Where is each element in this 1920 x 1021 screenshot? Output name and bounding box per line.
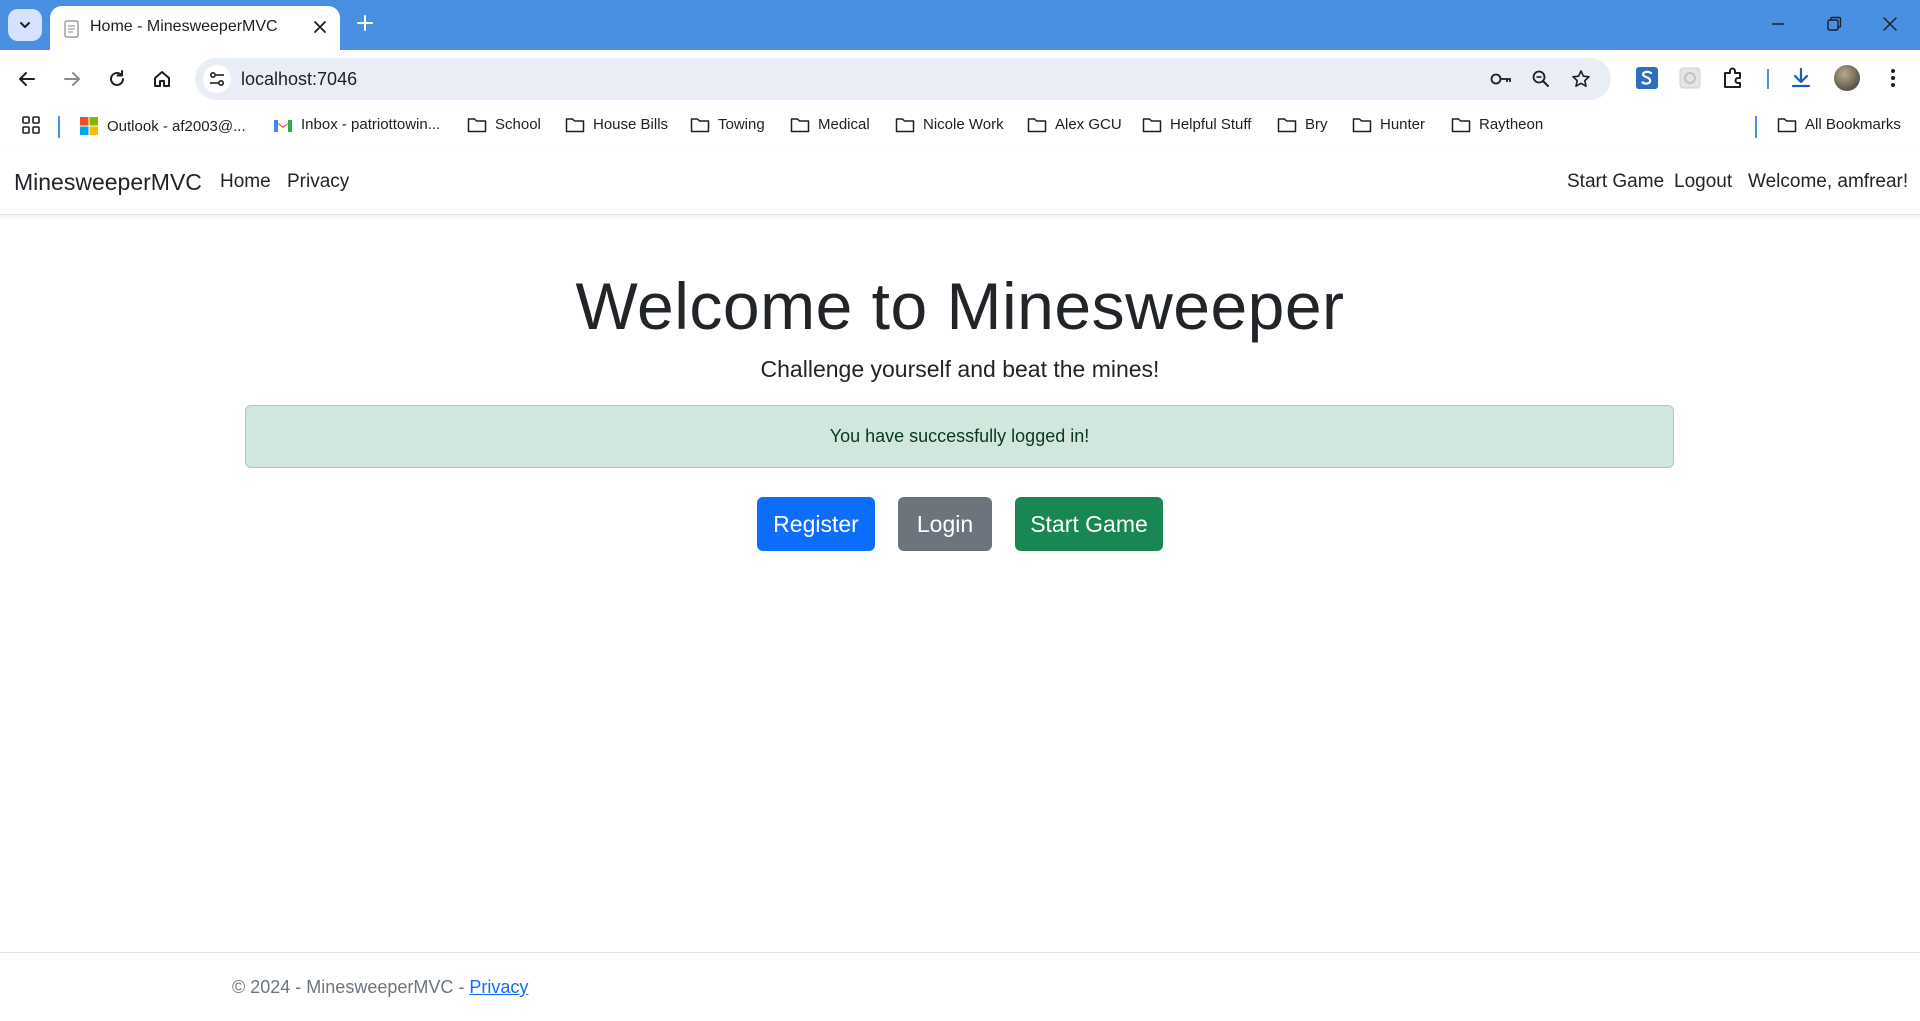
download-icon[interactable] — [1788, 65, 1814, 91]
tab-search-button[interactable] — [8, 9, 42, 41]
tab-title: Home - MinesweeperMVC — [90, 18, 278, 35]
toolbar-separator — [1767, 69, 1769, 89]
restore-window-icon[interactable] — [1824, 14, 1844, 34]
home-icon — [154, 71, 170, 87]
bookmark-label: Nicole Work — [923, 116, 1004, 133]
address-text: localhost:7046 — [241, 69, 358, 89]
folder-icon — [1142, 117, 1162, 132]
bookmark-folder-towing[interactable]: Towing — [690, 116, 765, 133]
browser-tab-active[interactable]: Home - MinesweeperMVC — [50, 6, 340, 50]
close-tab-icon[interactable] — [312, 19, 328, 35]
nav-privacy-link[interactable]: Privacy — [287, 171, 349, 193]
nav-start-game-link[interactable]: Start Game — [1567, 171, 1664, 193]
bookmark-folder-medical[interactable]: Medical — [790, 116, 870, 133]
all-bookmarks-button[interactable]: All Bookmarks — [1777, 116, 1901, 133]
alert-message: You have successfully logged in! — [829, 426, 1090, 446]
bookmark-star-icon[interactable] — [1571, 69, 1591, 89]
browser-tab-bar: Home - MinesweeperMVC — [0, 0, 1920, 50]
bookmark-label: House Bills — [593, 116, 669, 133]
folder-icon — [467, 117, 487, 132]
bookmark-folder-hunter[interactable]: Hunter — [1352, 116, 1425, 133]
folder-icon — [1451, 117, 1471, 132]
bookmark-folder-helpful-stuff[interactable]: Helpful Stuff — [1142, 116, 1251, 133]
register-button[interactable]: Register — [757, 497, 875, 551]
reload-button[interactable] — [103, 65, 131, 93]
site-info-button[interactable] — [203, 65, 231, 93]
arrow-right-icon — [64, 72, 80, 86]
folder-icon — [1027, 117, 1047, 132]
extensions-puzzle-icon[interactable] — [1720, 65, 1746, 91]
apps-button[interactable] — [21, 115, 41, 135]
profile-avatar[interactable] — [1834, 65, 1860, 91]
bookmark-label: Helpful Stuff — [1170, 116, 1252, 133]
bookmark-label: Towing — [718, 116, 765, 133]
footer-text: © 2024 - MinesweeperMVC - Privacy — [232, 977, 528, 998]
bookmark-folder-bry[interactable]: Bry — [1277, 116, 1328, 133]
nav-logout-link[interactable]: Logout — [1674, 171, 1732, 193]
forward-button[interactable] — [58, 65, 86, 93]
extension-s-icon[interactable] — [1634, 65, 1660, 91]
nav-welcome-text: Welcome, amfrear! — [1748, 171, 1909, 192]
more-menu-icon[interactable] — [1880, 65, 1906, 91]
folder-icon — [895, 117, 915, 132]
footer-copyright: © 2024 - MinesweeperMVC - — [232, 977, 470, 997]
minimize-window-icon[interactable] — [1768, 14, 1788, 34]
folder-icon — [565, 117, 585, 132]
bookmark-label: Bry — [1305, 116, 1328, 133]
microsoft-icon — [80, 117, 98, 135]
bookmark-label: Raytheon — [1479, 116, 1544, 133]
bookmark-label: Inbox - patriottowin... — [301, 116, 441, 133]
bookmark-label: Outlook - af2003@... — [107, 117, 246, 135]
bookmark-separator — [58, 116, 60, 138]
bookmark-folder-raytheon[interactable]: Raytheon — [1451, 116, 1543, 133]
bookmark-folder-nicole-work[interactable]: Nicole Work — [895, 116, 1004, 133]
bookmark-label: School — [495, 116, 541, 133]
new-tab-icon[interactable] — [355, 13, 375, 33]
folder-icon — [790, 117, 810, 132]
site-footer: © 2024 - MinesweeperMVC - Privacy — [0, 952, 1920, 1021]
bookmark-label: Alex GCU — [1055, 116, 1122, 133]
login-button[interactable]: Login — [898, 497, 992, 551]
bookmark-gmail[interactable]: Inbox - patriottowin... — [273, 116, 440, 133]
home-button[interactable] — [148, 65, 176, 93]
extension-grey-icon[interactable] — [1677, 65, 1703, 91]
site-brand-link[interactable]: MinesweeperMVC — [14, 169, 202, 196]
zoom-icon[interactable] — [1531, 69, 1551, 89]
address-bar[interactable]: localhost:7046 — [195, 58, 1611, 100]
chevron-down-icon — [20, 22, 30, 28]
bookmarks-bar: Outlook - af2003@... Inbox - patriottowi… — [0, 107, 1920, 149]
reload-icon — [110, 70, 124, 86]
page-favicon-icon — [64, 20, 79, 38]
bookmark-folder-house-bills[interactable]: House Bills — [565, 116, 668, 133]
browser-toolbar: localhost:7046 — [0, 50, 1920, 107]
key-icon[interactable] — [1489, 69, 1513, 89]
page-subtitle: Challenge yourself and beat the mines! — [760, 356, 1160, 382]
arrow-left-icon — [19, 72, 35, 86]
start-game-button[interactable]: Start Game — [1015, 497, 1163, 551]
nav-home-link[interactable]: Home — [220, 171, 271, 193]
bookmark-folder-alex-gcu[interactable]: Alex GCU — [1027, 116, 1122, 133]
all-bookmarks-label: All Bookmarks — [1805, 116, 1901, 133]
folder-icon — [1277, 117, 1297, 132]
bookmark-label: Hunter — [1380, 116, 1426, 133]
folder-icon — [1352, 117, 1372, 132]
bookmark-separator — [1755, 116, 1757, 138]
close-window-icon[interactable] — [1880, 14, 1900, 34]
page-title: Welcome to Minesweeper — [575, 269, 1345, 343]
back-button[interactable] — [13, 65, 41, 93]
tune-icon — [209, 71, 225, 87]
apps-grid-icon — [22, 116, 40, 134]
bookmark-folder-school[interactable]: School — [467, 116, 541, 133]
footer-privacy-link[interactable]: Privacy — [469, 977, 528, 997]
site-navbar: MinesweeperMVC Home Privacy Start Game L… — [0, 149, 1920, 215]
folder-icon — [1777, 117, 1797, 132]
gmail-icon — [274, 119, 292, 132]
folder-icon — [690, 117, 710, 132]
success-alert: You have successfully logged in! — [245, 405, 1674, 468]
bookmark-outlook[interactable]: Outlook - af2003@... — [79, 116, 246, 136]
bookmark-label: Medical — [818, 116, 870, 133]
